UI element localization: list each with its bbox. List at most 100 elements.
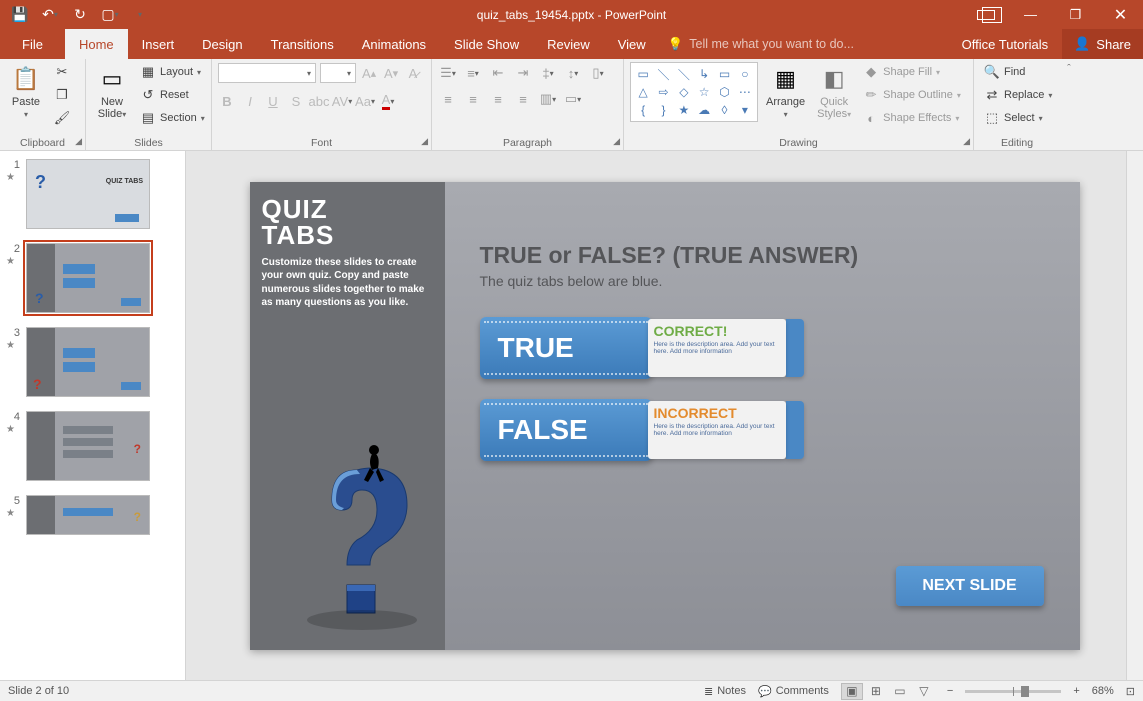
shape-brace-icon[interactable]: { (633, 101, 653, 119)
comments-button[interactable]: 💬Comments (758, 685, 829, 698)
zoom-in-button[interactable]: + (1073, 685, 1079, 697)
slide-count[interactable]: Slide 2 of 10 (8, 685, 69, 697)
true-tab-button[interactable]: TRUE (480, 317, 652, 379)
increase-font-icon[interactable]: A▴ (360, 64, 378, 82)
zoom-level[interactable]: 68% (1092, 685, 1114, 697)
start-from-beginning-icon[interactable]: ▢▾ (102, 7, 118, 23)
shape-diamond-icon[interactable]: ◇ (674, 83, 694, 101)
slide-thumbnails[interactable]: 1★ ? QUIZ TABS 2★ ? 3★ ? (0, 151, 186, 680)
align-right-button[interactable]: ≡ (488, 88, 508, 110)
underline-button[interactable]: U (264, 92, 282, 110)
clipboard-launcher[interactable]: ◢ (75, 136, 82, 147)
indent-decrease-button[interactable]: ⇤ (488, 62, 508, 84)
slide-canvas[interactable]: QUIZ TABS Customize these slides to crea… (250, 182, 1080, 650)
tell-me-search[interactable]: 💡 Tell me what you want to do... (660, 29, 862, 59)
tab-transitions[interactable]: Transitions (257, 29, 348, 59)
redo-icon[interactable]: ↻ (72, 7, 88, 23)
paste-button[interactable]: 📋 Paste ▾ (6, 62, 46, 121)
undo-icon[interactable]: ↶▾ (42, 7, 58, 23)
section-button[interactable]: ▤Section▾ (136, 108, 209, 128)
reading-view-button[interactable]: ▭ (889, 683, 911, 700)
shape-line-icon[interactable]: ＼ (653, 65, 673, 83)
sorter-view-button[interactable]: ⊞ (865, 683, 887, 700)
tab-home[interactable]: Home (65, 29, 128, 59)
change-case-button[interactable]: Aa▾ (356, 92, 374, 110)
quick-styles-button[interactable]: ◧ QuickStyles▾ (813, 62, 855, 122)
notes-button[interactable]: ≣Notes (704, 685, 746, 698)
bold-button[interactable]: B (218, 92, 236, 110)
thumbnail-3[interactable]: 3★ ? (6, 327, 185, 397)
qat-customize-icon[interactable]: ▾ (132, 7, 148, 23)
shape-triangle-icon[interactable]: △ (633, 83, 653, 101)
next-slide-button[interactable]: NEXT SLIDE (896, 566, 1044, 606)
shape-callout-icon[interactable]: ◊ (714, 101, 734, 119)
font-size-combo[interactable]: ▾ (320, 63, 356, 83)
shape-rect-icon[interactable]: ▭ (714, 65, 734, 83)
tab-review[interactable]: Review (533, 29, 604, 59)
ribbon-options-icon[interactable] (963, 0, 1008, 29)
indent-increase-button[interactable]: ⇥ (513, 62, 533, 84)
justify-button[interactable]: ≡ (513, 88, 533, 110)
tab-insert[interactable]: Insert (128, 29, 189, 59)
restore-button[interactable]: ❐ (1053, 0, 1098, 29)
shape-cloud-icon[interactable]: ☁ (694, 101, 714, 119)
shape-effects-button[interactable]: ◐Shape Effects▾ (859, 108, 965, 128)
font-color-button[interactable]: A▾ (379, 92, 397, 110)
vertical-scrollbar[interactable] (1126, 151, 1143, 680)
thumbnail-4[interactable]: 4★ ? (6, 411, 185, 481)
smartart-button[interactable]: ▭▾ (563, 88, 583, 110)
replace-button[interactable]: ⇄Replace▾ (980, 85, 1056, 105)
align-text-button[interactable]: ▯▾ (588, 62, 608, 84)
font-name-combo[interactable]: ▾ (218, 63, 316, 83)
tab-animations[interactable]: Animations (348, 29, 440, 59)
shape-star5-icon[interactable]: ★ (674, 101, 694, 119)
zoom-slider[interactable] (965, 690, 1061, 693)
save-icon[interactable]: 💾 (12, 7, 28, 23)
share-button[interactable]: 👤 Share (1062, 29, 1143, 59)
line-spacing-button[interactable]: ‡▾ (538, 62, 558, 84)
format-painter-button[interactable]: 🖌 (50, 108, 74, 128)
columns-button[interactable]: ▥▾ (538, 88, 558, 110)
cut-button[interactable]: ✂ (50, 62, 74, 82)
reset-button[interactable]: ↺Reset (136, 85, 209, 105)
shape-hex-icon[interactable]: ⬡ (714, 83, 734, 101)
copy-button[interactable]: ❐ (50, 85, 74, 105)
thumbnail-2[interactable]: 2★ ? (6, 243, 185, 313)
office-tutorials-link[interactable]: Office Tutorials (948, 29, 1062, 59)
font-launcher[interactable]: ◢ (421, 136, 428, 147)
find-button[interactable]: 🔍Find (980, 62, 1056, 82)
shape-arrow-icon[interactable]: ⇨ (653, 83, 673, 101)
shapes-gallery[interactable]: ▭ ＼ ＼ ↳ ▭ ○ △ ⇨ ◇ ☆ ⬡ ⋯ { } ★ ☁ ◊ ▾ (630, 62, 758, 122)
layout-button[interactable]: ▦Layout▾ (136, 62, 209, 82)
fit-to-window-button[interactable]: ⊡ (1126, 685, 1135, 698)
shape-fill-button[interactable]: ◆Shape Fill▾ (859, 62, 965, 82)
text-direction-button[interactable]: ↕▾ (563, 62, 583, 84)
thumbnail-5[interactable]: 5★ ? (6, 495, 185, 535)
minimize-button[interactable]: — (1008, 0, 1053, 29)
gallery-expand-icon[interactable]: ▾ (735, 101, 755, 119)
numbering-button[interactable]: ≡▾ (463, 62, 483, 84)
tab-file[interactable]: File (0, 29, 65, 59)
slideshow-view-button[interactable]: ▽ (913, 683, 935, 700)
shape-brace2-icon[interactable]: } (653, 101, 673, 119)
shape-connector-icon[interactable]: ↳ (694, 65, 714, 83)
arrange-button[interactable]: ▦ Arrange ▾ (762, 62, 809, 121)
decrease-font-icon[interactable]: A▾ (382, 64, 400, 82)
align-left-button[interactable]: ≡ (438, 88, 458, 110)
shape-more-icon[interactable]: ⋯ (735, 83, 755, 101)
shape-textbox-icon[interactable]: ▭ (633, 65, 653, 83)
thumbnail-1[interactable]: 1★ ? QUIZ TABS (6, 159, 185, 229)
drawing-launcher[interactable]: ◢ (963, 136, 970, 147)
shape-outline-button[interactable]: ✏Shape Outline▾ (859, 85, 965, 105)
shape-line2-icon[interactable]: ＼ (674, 65, 694, 83)
false-tab-button[interactable]: FALSE (480, 399, 652, 461)
shape-oval-icon[interactable]: ○ (735, 65, 755, 83)
shape-star-icon[interactable]: ☆ (694, 83, 714, 101)
bullets-button[interactable]: ☰▾ (438, 62, 458, 84)
shadow-button[interactable]: abc (310, 92, 328, 110)
spacing-button[interactable]: AV▾ (333, 92, 351, 110)
tab-slideshow[interactable]: Slide Show (440, 29, 533, 59)
italic-button[interactable]: I (241, 92, 259, 110)
close-button[interactable]: ✕ (1098, 0, 1143, 29)
tab-design[interactable]: Design (188, 29, 256, 59)
